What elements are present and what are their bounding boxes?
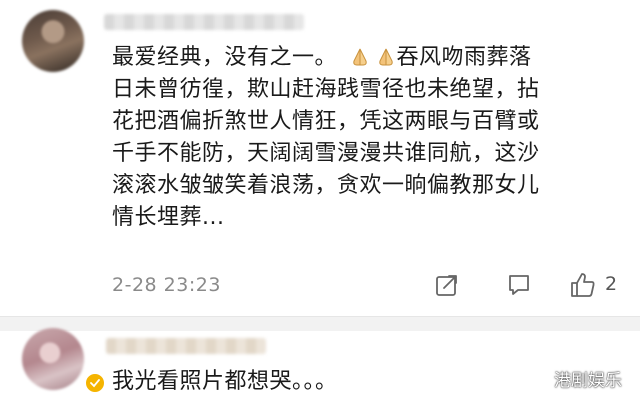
- check-icon: [90, 379, 100, 388]
- comment-icon: [509, 275, 529, 295]
- comment-body: 最爱经典，没有之一。 吞风吻雨葬落 日未曾彷徨，欺山赶海践雪径也未绝望，拈 花把…: [112, 42, 624, 234]
- pray-emoji-icon: [378, 48, 393, 66]
- comment-body: 我光看照片都想哭。。。: [112, 369, 338, 394]
- username-blurred[interactable]: [106, 338, 266, 354]
- comment-line: 情长埋葬...: [112, 205, 225, 230]
- comment-divider: [0, 316, 640, 331]
- wechat-logo-icon: [528, 369, 550, 387]
- comment-line: 千手不能防，天阔阔雪漫漫共谁同航，这沙: [112, 141, 540, 166]
- pray-emoji-icon: [352, 48, 367, 66]
- comment-feed: 最爱经典，没有之一。 吞风吻雨葬落 日未曾彷徨，欺山赶海践雪径也未绝望，拈 花把…: [0, 0, 640, 407]
- share-button[interactable]: [430, 268, 464, 302]
- like-button[interactable]: [566, 268, 600, 302]
- comment-timestamp: 2-28 23:23: [112, 274, 221, 296]
- thumbs-up-icon: [571, 273, 595, 297]
- watermark: 港剧娱乐: [528, 366, 622, 391]
- comment-line: 最爱经典，没有之一。 吞风吻雨葬落: [112, 42, 624, 74]
- avatar[interactable]: [22, 328, 84, 390]
- comment-line: 滚滚水皱皱笑着浪荡，贪欢一晌偏教那女儿: [112, 173, 540, 198]
- like-count: 2: [605, 273, 618, 295]
- comment-line: 日未曾彷徨，欺山赶海践雪径也未绝望，拈: [112, 77, 540, 102]
- avatar[interactable]: [22, 10, 84, 72]
- watermark-text: 港剧娱乐: [554, 371, 622, 391]
- share-icon: [436, 275, 457, 296]
- username-blurred[interactable]: [104, 14, 304, 30]
- comment-line-text: 吞风吻雨葬落: [396, 45, 532, 70]
- comment-line-text: 最爱经典，没有之一。: [112, 45, 338, 70]
- comment-line: 花把酒偏折煞世人情狂，凭这两眼与百臂或: [112, 109, 540, 134]
- reply-button[interactable]: [502, 268, 536, 302]
- verified-badge-icon: [84, 372, 106, 394]
